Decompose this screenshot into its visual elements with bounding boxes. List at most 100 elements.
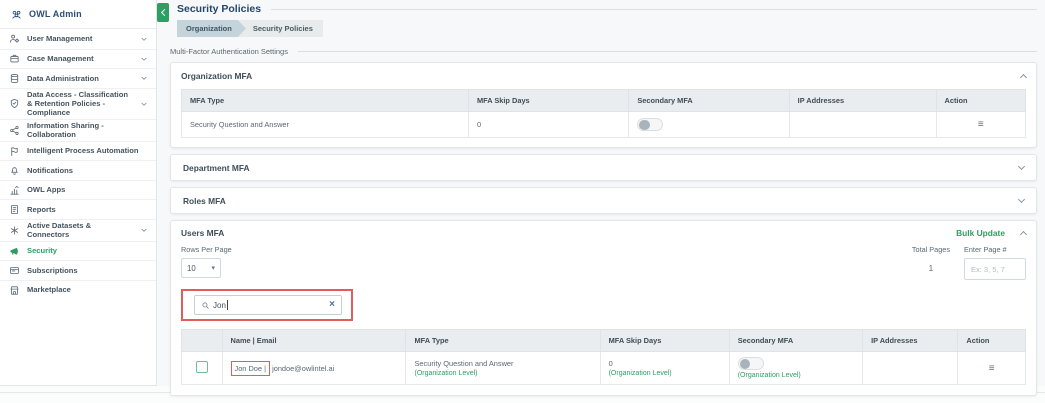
sidebar-item-label: Subscriptions xyxy=(27,266,78,275)
sidebar-item-label: Notifications xyxy=(27,166,73,175)
mfa-settings-label: Multi-Factor Authentication Settings xyxy=(170,47,288,56)
connector-asterisk-icon xyxy=(8,225,21,236)
row-checkbox[interactable] xyxy=(196,361,208,373)
sidebar-item-reports[interactable]: Reports xyxy=(0,199,156,219)
row-actions-menu-icon[interactable]: ≡ xyxy=(978,119,984,130)
subscription-card-icon xyxy=(8,265,21,276)
skip-days-cell: 0 xyxy=(468,112,628,138)
chevron-down-icon xyxy=(140,74,148,82)
total-pages-label: Total Pages xyxy=(912,245,950,254)
sidebar-nav: User Management Case Management Data Adm… xyxy=(0,29,156,299)
clear-search-icon[interactable]: × xyxy=(329,300,335,310)
sidebar-item-owl-apps[interactable]: OWL Apps xyxy=(0,180,156,200)
sidebar-item-intelligent-process-automation[interactable]: Intelligent Process Automation xyxy=(0,141,156,161)
sidebar-item-label: OWL Apps xyxy=(27,185,65,194)
sidebar-item-information-sharing[interactable]: Information Sharing - Collaboration xyxy=(0,119,156,141)
table-row: Security Question and Answer 0 ≡ xyxy=(182,112,1026,138)
mfa-type-cell: Security Question and Answer (Organizatio… xyxy=(406,352,600,385)
enter-page-input[interactable] xyxy=(964,258,1026,280)
roles-mfa-card[interactable]: Roles MFA xyxy=(170,187,1037,214)
sidebar-item-label: Case Management xyxy=(27,54,94,63)
breadcrumb-security-policies[interactable]: Security Policies xyxy=(237,20,323,37)
action-cell: ≡ xyxy=(936,112,1025,138)
divider xyxy=(271,9,1037,10)
total-pages: Total Pages 1 xyxy=(912,245,950,273)
search-query-text: Jon xyxy=(213,301,226,310)
database-icon xyxy=(8,73,21,84)
bulk-update-link[interactable]: Bulk Update xyxy=(956,228,1005,238)
breadcrumb-organization[interactable]: Organization xyxy=(177,20,246,37)
collapse-chevron-up-icon[interactable] xyxy=(1020,74,1027,81)
shield-check-icon xyxy=(8,98,21,109)
column-header: IP Addresses xyxy=(863,330,958,352)
row-actions-menu-icon[interactable]: ≡ xyxy=(989,363,995,374)
collapse-chevron-up-icon[interactable] xyxy=(1020,231,1027,238)
users-mfa-table: Name | Email MFA Type MFA Skip Days Seco… xyxy=(181,329,1026,385)
enter-page-control: Enter Page # xyxy=(964,245,1026,280)
users-mfa-card: Users MFA Bulk Update Rows Per Page 10 ▾ xyxy=(170,220,1037,396)
toggle-knob xyxy=(639,120,650,131)
sidebar-item-user-management[interactable]: User Management xyxy=(0,29,156,49)
sidebar-item-label: Marketplace xyxy=(27,285,71,294)
column-header: Action xyxy=(936,90,1025,112)
users-mfa-title: Users MFA xyxy=(181,228,224,238)
divider xyxy=(298,51,1037,52)
expand-chevron-down-icon[interactable] xyxy=(1018,196,1025,203)
share-network-icon xyxy=(8,125,21,136)
chevron-down-icon xyxy=(140,55,148,63)
expand-chevron-down-icon[interactable] xyxy=(1018,163,1025,170)
app-window: OWL Admin User Management Case Managemen… xyxy=(0,0,1045,386)
table-row: Jon Doe | jondoe@owlintel.ai Security Qu… xyxy=(182,352,1026,385)
annotation-red-box: Jon Doe | xyxy=(231,361,271,376)
department-mfa-card[interactable]: Department MFA xyxy=(170,154,1037,181)
select-all-header xyxy=(182,330,223,352)
user-search-input[interactable]: Jon × xyxy=(194,295,342,315)
sidebar-item-label: Reports xyxy=(27,205,56,214)
sidebar-item-notifications[interactable]: Notifications xyxy=(0,160,156,180)
sidebar-item-subscriptions[interactable]: Subscriptions xyxy=(0,260,156,280)
mfa-type-cell: Security Question and Answer xyxy=(182,112,469,138)
ip-addresses-cell xyxy=(789,112,936,138)
rows-per-page-select[interactable]: 10 ▾ xyxy=(181,258,221,278)
rows-per-page-label: Rows Per Page xyxy=(181,245,232,254)
skip-days-cell: 0(Organization Level) xyxy=(600,352,729,385)
chevron-left-icon xyxy=(160,9,167,16)
secondary-mfa-toggle[interactable] xyxy=(738,357,764,370)
total-pages-value: 1 xyxy=(929,264,933,273)
automation-flag-icon xyxy=(8,146,21,157)
sidebar-item-active-datasets-connectors[interactable]: Active Datasets & Connectors xyxy=(0,219,156,241)
sidebar-item-security[interactable]: Security xyxy=(0,241,156,261)
secondary-level-text: (Organization Level) xyxy=(738,372,854,379)
secondary-mfa-toggle[interactable] xyxy=(637,118,663,131)
organization-mfa-card: Organization MFA MFA Type MFA Skip Days … xyxy=(170,62,1037,148)
column-header: MFA Skip Days xyxy=(468,90,628,112)
department-mfa-title: Department MFA xyxy=(183,163,250,173)
column-header: MFA Type xyxy=(182,90,469,112)
secondary-mfa-cell: (Organization Level) xyxy=(729,352,862,385)
sidebar-item-label: Data Administration xyxy=(27,74,99,83)
sidebar-item-marketplace[interactable]: Marketplace xyxy=(0,280,156,300)
page-title: Security Policies xyxy=(177,3,261,15)
chevron-down-icon: ▾ xyxy=(211,264,215,272)
bar-chart-icon xyxy=(8,185,21,196)
sidebar-item-case-management[interactable]: Case Management xyxy=(0,49,156,69)
mfa-type-level-text: (Organization Level) xyxy=(414,370,591,377)
document-icon xyxy=(8,204,21,215)
secondary-mfa-cell xyxy=(629,112,789,138)
sidebar-item-label: Active Datasets & Connectors xyxy=(27,221,134,240)
mfa-type-text: Security Question and Answer xyxy=(414,359,513,368)
annotation-red-box: Jon × xyxy=(181,289,353,321)
sidebar-item-data-administration[interactable]: Data Administration xyxy=(0,68,156,88)
sidebar-collapse-button[interactable] xyxy=(157,3,169,22)
rows-per-page-control: Rows Per Page 10 ▾ xyxy=(181,245,232,280)
organization-mfa-table: MFA Type MFA Skip Days Secondary MFA IP … xyxy=(181,89,1026,138)
storefront-icon xyxy=(8,285,21,296)
column-header: Secondary MFA xyxy=(729,330,862,352)
sidebar-item-label: Data Access - Classification & Retention… xyxy=(27,90,134,118)
sidebar-item-data-access-compliance[interactable]: Data Access - Classification & Retention… xyxy=(0,88,156,119)
chevron-down-icon xyxy=(140,35,148,43)
name-email-cell: Jon Doe | jondoe@owlintel.ai xyxy=(222,352,406,385)
sidebar-item-label: Intelligent Process Automation xyxy=(27,146,139,155)
search-icon xyxy=(201,301,210,310)
briefcase-icon xyxy=(8,53,21,64)
